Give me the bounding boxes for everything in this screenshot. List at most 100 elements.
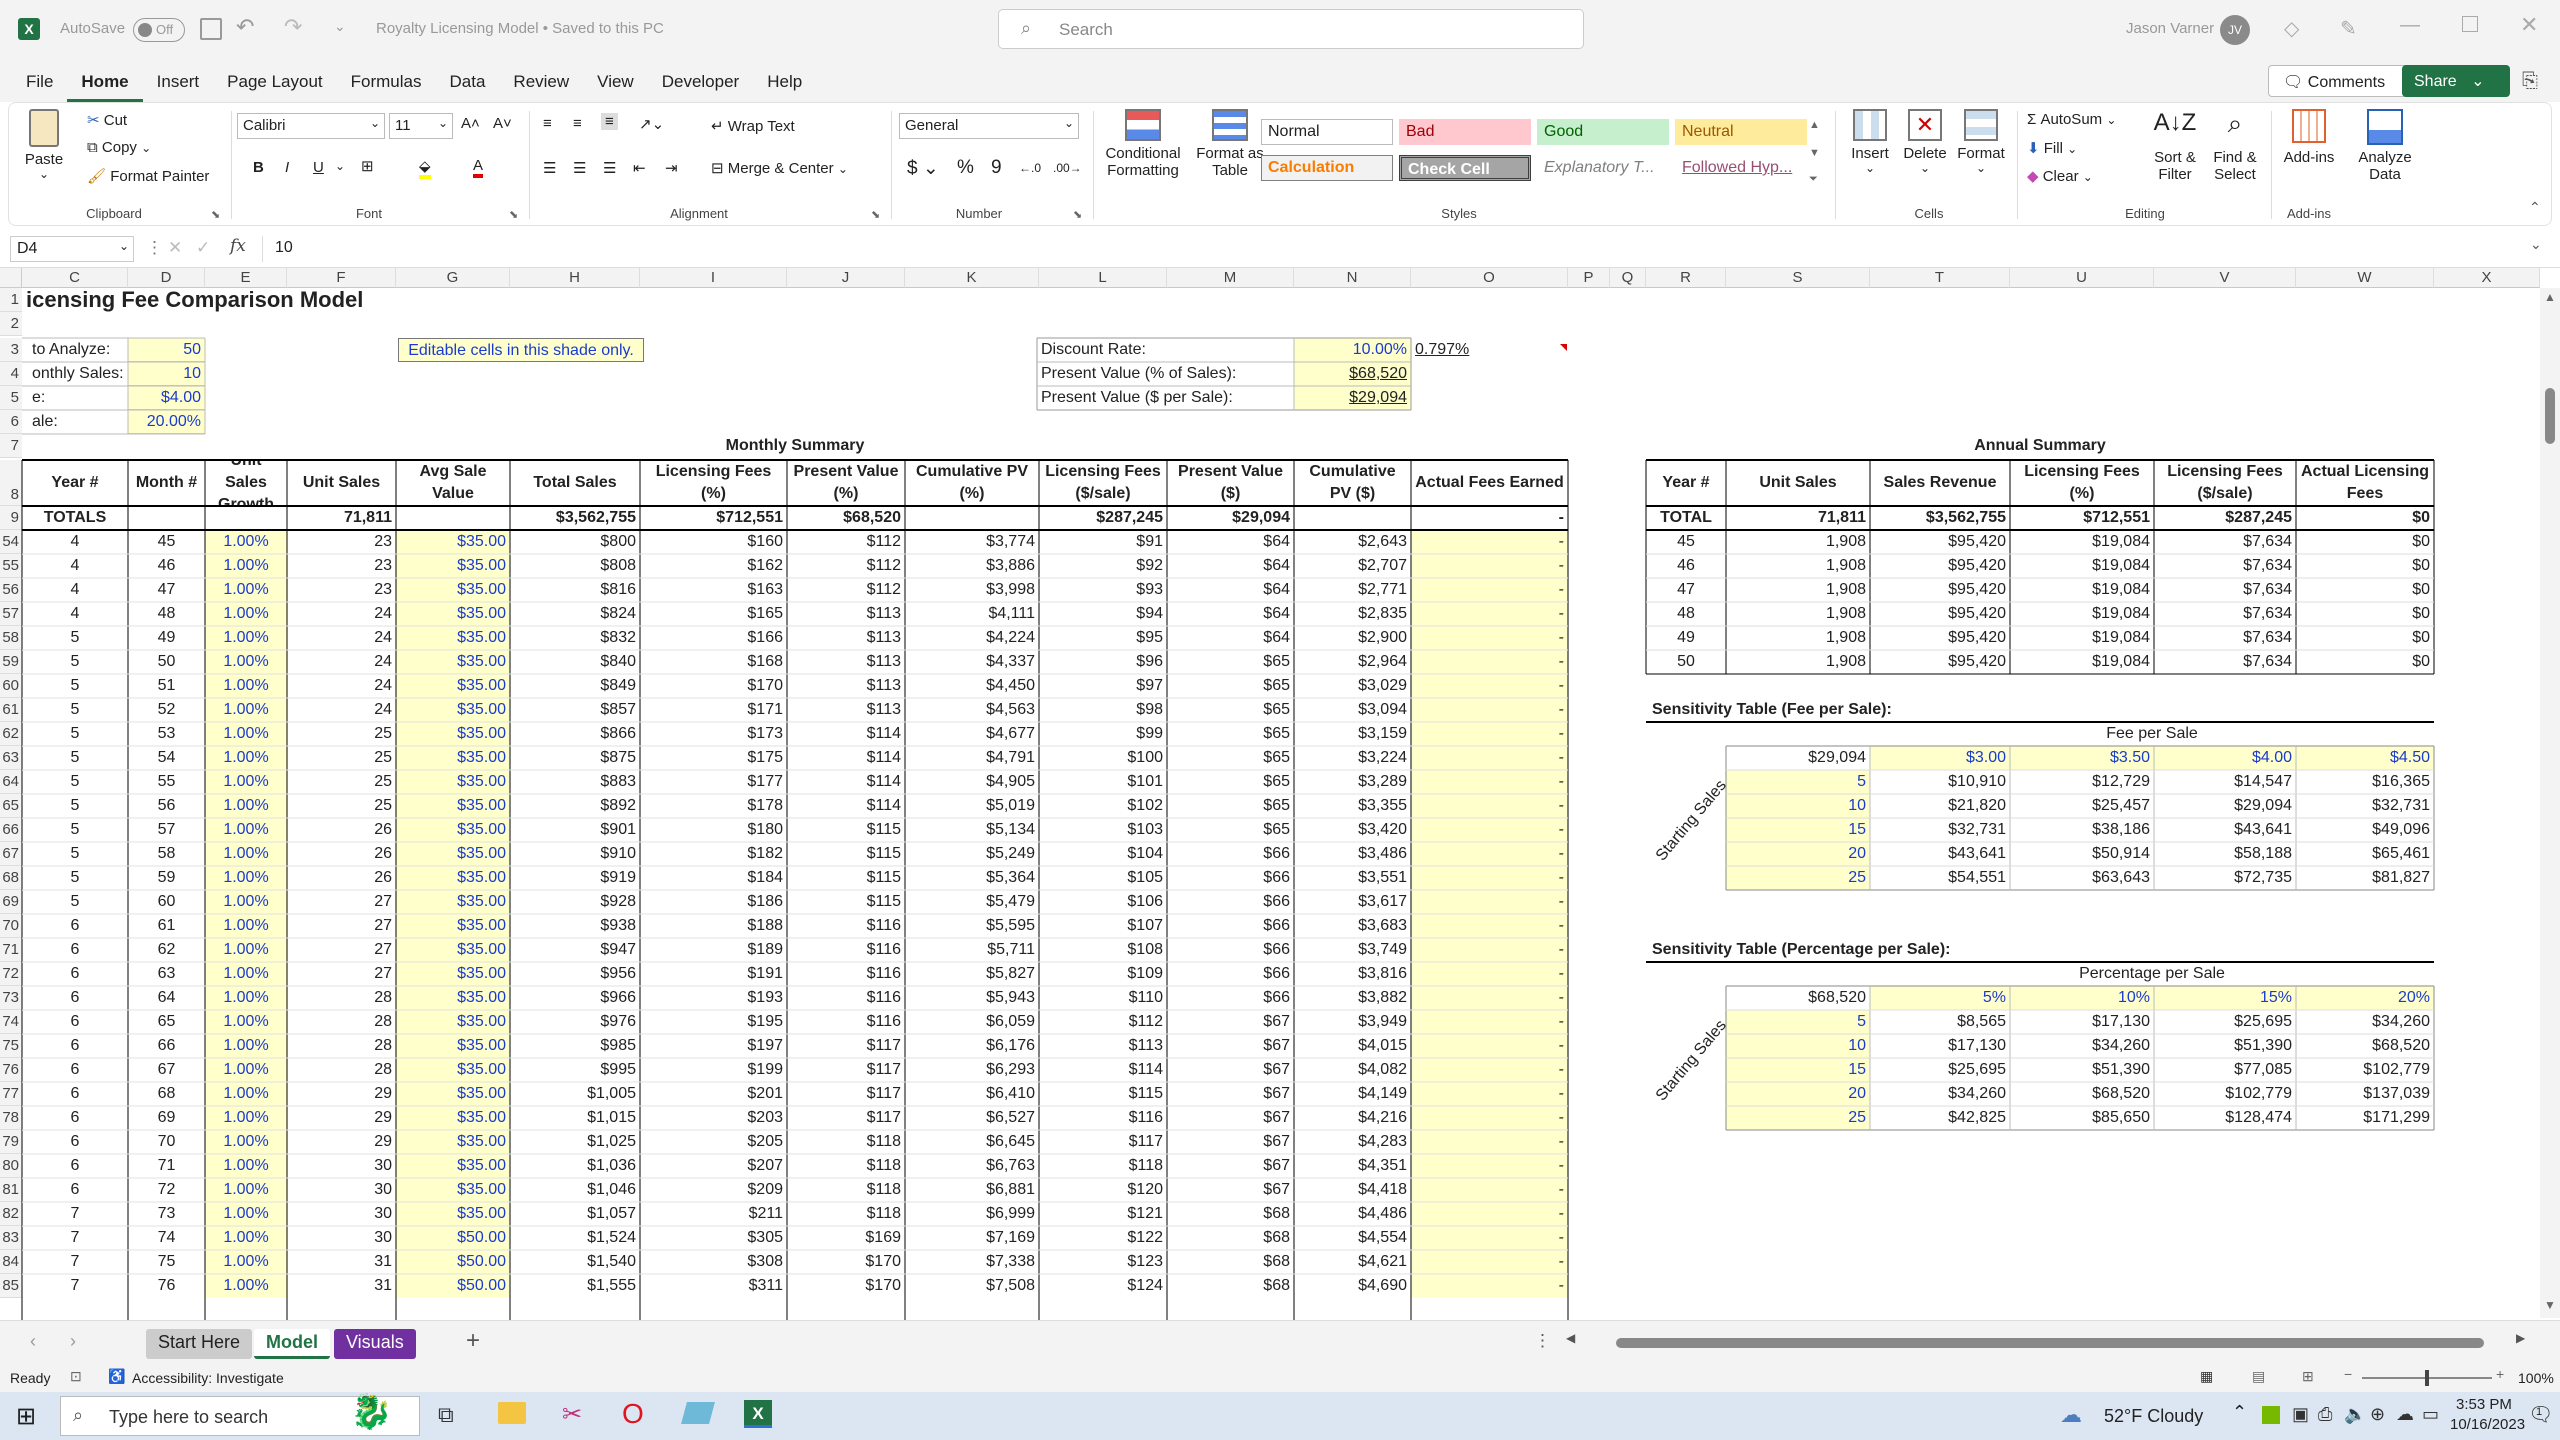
vertical-scrollbar[interactable]: ▲ ▼: [2540, 288, 2560, 1318]
clock-date[interactable]: 10/16/2023: [2450, 1416, 2525, 1433]
align-left-icon[interactable]: ☰: [543, 159, 556, 177]
enter-icon[interactable]: ✓: [196, 238, 210, 258]
format-painter-button[interactable]: 🖌 Format Painter: [87, 167, 209, 185]
align-top-icon[interactable]: ≡: [543, 115, 552, 132]
accessibility-status[interactable]: Accessibility: Investigate: [132, 1370, 284, 1386]
weather-icon[interactable]: ☁: [2060, 1402, 2082, 1428]
task-view-icon[interactable]: ⧉: [438, 1402, 454, 1428]
wrap-text-button[interactable]: ↵ Wrap Text: [711, 117, 795, 135]
underline-icon[interactable]: U: [313, 159, 324, 176]
dialog-launcher-icon[interactable]: ⬊: [1073, 208, 1082, 221]
collapse-ribbon-icon[interactable]: ⌃: [2529, 199, 2541, 216]
menu-view[interactable]: View: [583, 62, 648, 102]
style-normal[interactable]: Normal: [1261, 119, 1393, 145]
zoom-slider[interactable]: [2362, 1370, 2492, 1386]
conditional-formatting-button[interactable]: Conditional Formatting: [1097, 109, 1189, 180]
save-icon[interactable]: [200, 18, 222, 40]
nvidia-icon[interactable]: [2262, 1406, 2280, 1424]
hscroll-right-icon[interactable]: ▶: [2516, 1331, 2525, 1345]
customize-qat-icon[interactable]: ⌄: [334, 18, 346, 35]
percent-icon[interactable]: %: [957, 157, 974, 179]
delete-cells-button[interactable]: ✕ Delete ⌄: [1897, 109, 1953, 176]
opera-icon[interactable]: O: [622, 1398, 644, 1430]
decrease-decimal-icon[interactable]: .00→: [1053, 161, 1082, 175]
style-followed-hyperlink[interactable]: Followed Hyp...: [1675, 155, 1807, 181]
dialog-launcher-icon[interactable]: ⬊: [211, 208, 220, 221]
tray-app-icon[interactable]: ▣: [2292, 1404, 2309, 1425]
style-bad[interactable]: Bad: [1399, 119, 1531, 145]
feedback-icon[interactable]: ⎘: [2522, 70, 2538, 93]
menu-page-layout[interactable]: Page Layout: [213, 62, 336, 102]
menu-help[interactable]: Help: [753, 62, 816, 102]
diamond-icon[interactable]: ◇: [2284, 16, 2299, 41]
search-box[interactable]: ⌕ Search: [998, 9, 1584, 49]
tab-model[interactable]: Model: [254, 1329, 330, 1359]
center-icon[interactable]: ☰: [573, 159, 586, 177]
share-button[interactable]: Share ⌄: [2402, 65, 2510, 97]
horizontal-scrollbar[interactable]: [1616, 1338, 2484, 1348]
menu-home[interactable]: Home: [67, 62, 143, 102]
add-sheet-icon[interactable]: +: [466, 1327, 480, 1355]
style-explanatory[interactable]: Explanatory T...: [1537, 155, 1669, 181]
orientation-icon[interactable]: ↗⌄: [639, 115, 664, 133]
zoom-in-icon[interactable]: +: [2496, 1366, 2504, 1382]
pen-icon[interactable]: ✎: [2340, 16, 2357, 41]
comma-icon[interactable]: 9: [991, 157, 1002, 179]
font-name-select[interactable]: Calibri ⌄: [237, 113, 385, 139]
find-select-button[interactable]: ⌕ Find & Select: [2205, 108, 2265, 184]
styles-more-icon[interactable]: ⏷: [1809, 173, 1818, 186]
menu-insert[interactable]: Insert: [143, 62, 214, 102]
close-icon[interactable]: ✕: [2520, 12, 2538, 38]
align-right-icon[interactable]: ☰: [603, 159, 616, 177]
avatar[interactable]: JV: [2220, 15, 2250, 45]
accessibility-icon[interactable]: ♿: [108, 1368, 125, 1385]
align-bottom-icon[interactable]: ≡: [601, 113, 618, 130]
minimize-icon[interactable]: —: [2400, 14, 2420, 37]
page-layout-view-icon[interactable]: ▤: [2252, 1368, 2265, 1385]
formula-input[interactable]: 10: [262, 236, 2522, 262]
autosum-button[interactable]: Σ AutoSum ⌄: [2027, 111, 2116, 128]
monitor-icon[interactable]: ▭: [2422, 1404, 2439, 1425]
zoom-level[interactable]: 100%: [2518, 1370, 2554, 1386]
app-icon[interactable]: [681, 1402, 715, 1424]
decrease-font-icon[interactable]: A˅: [493, 115, 512, 132]
speaker-icon[interactable]: 🔈: [2344, 1404, 2366, 1425]
scroll-down-icon[interactable]: ▼: [2544, 1298, 2556, 1312]
currency-icon[interactable]: $ ⌄: [907, 157, 939, 180]
scroll-up-icon[interactable]: ▲: [2544, 290, 2556, 304]
decrease-indent-icon[interactable]: ⇤: [633, 159, 646, 177]
align-middle-icon[interactable]: ≡: [573, 115, 582, 132]
style-good[interactable]: Good: [1537, 119, 1669, 145]
menu-file[interactable]: File: [12, 62, 67, 102]
snipping-tool-icon[interactable]: ✂: [562, 1400, 582, 1429]
style-check-cell[interactable]: Check Cell: [1399, 155, 1531, 181]
format-cells-button[interactable]: Format ⌄: [1953, 109, 2009, 176]
menu-formulas[interactable]: Formulas: [337, 62, 436, 102]
font-color-icon[interactable]: A: [473, 157, 484, 178]
styles-scroll-down-icon[interactable]: ▼: [1809, 147, 1820, 159]
borders-icon[interactable]: ⊞: [361, 157, 374, 175]
scroll-thumb[interactable]: [2545, 388, 2555, 444]
font-size-select[interactable]: 11 ⌄: [389, 113, 453, 139]
excel-taskbar-icon[interactable]: X: [744, 1400, 772, 1428]
menu-data[interactable]: Data: [436, 62, 500, 102]
cut-button[interactable]: ✂ Cut: [87, 111, 127, 129]
tab-visuals[interactable]: Visuals: [334, 1329, 416, 1359]
style-calculation[interactable]: Calculation: [1261, 155, 1393, 181]
paste-button[interactable]: Paste ⌄: [19, 109, 69, 182]
tray-chevron-icon[interactable]: ⌃: [2232, 1402, 2247, 1423]
italic-icon[interactable]: I: [285, 159, 289, 176]
prev-sheet-icon[interactable]: ‹: [30, 1331, 36, 1352]
menu-developer[interactable]: Developer: [648, 62, 754, 102]
hscroll-left-icon[interactable]: ◀: [1566, 1331, 1575, 1345]
maximize-icon[interactable]: [2462, 16, 2478, 32]
onedrive-icon[interactable]: ☁: [2396, 1404, 2414, 1425]
tab-options-icon[interactable]: ⋮: [1534, 1331, 1551, 1351]
style-neutral[interactable]: Neutral: [1675, 119, 1807, 145]
insert-cells-button[interactable]: Insert ⌄: [1843, 109, 1897, 176]
increase-font-icon[interactable]: A˄: [461, 115, 480, 132]
expand-formula-icon[interactable]: ⌄: [2530, 236, 2542, 253]
copy-button[interactable]: ⧉ Copy ⌄: [87, 139, 151, 156]
name-box[interactable]: D4 ⌄: [10, 236, 134, 262]
menu-review[interactable]: Review: [499, 62, 583, 102]
